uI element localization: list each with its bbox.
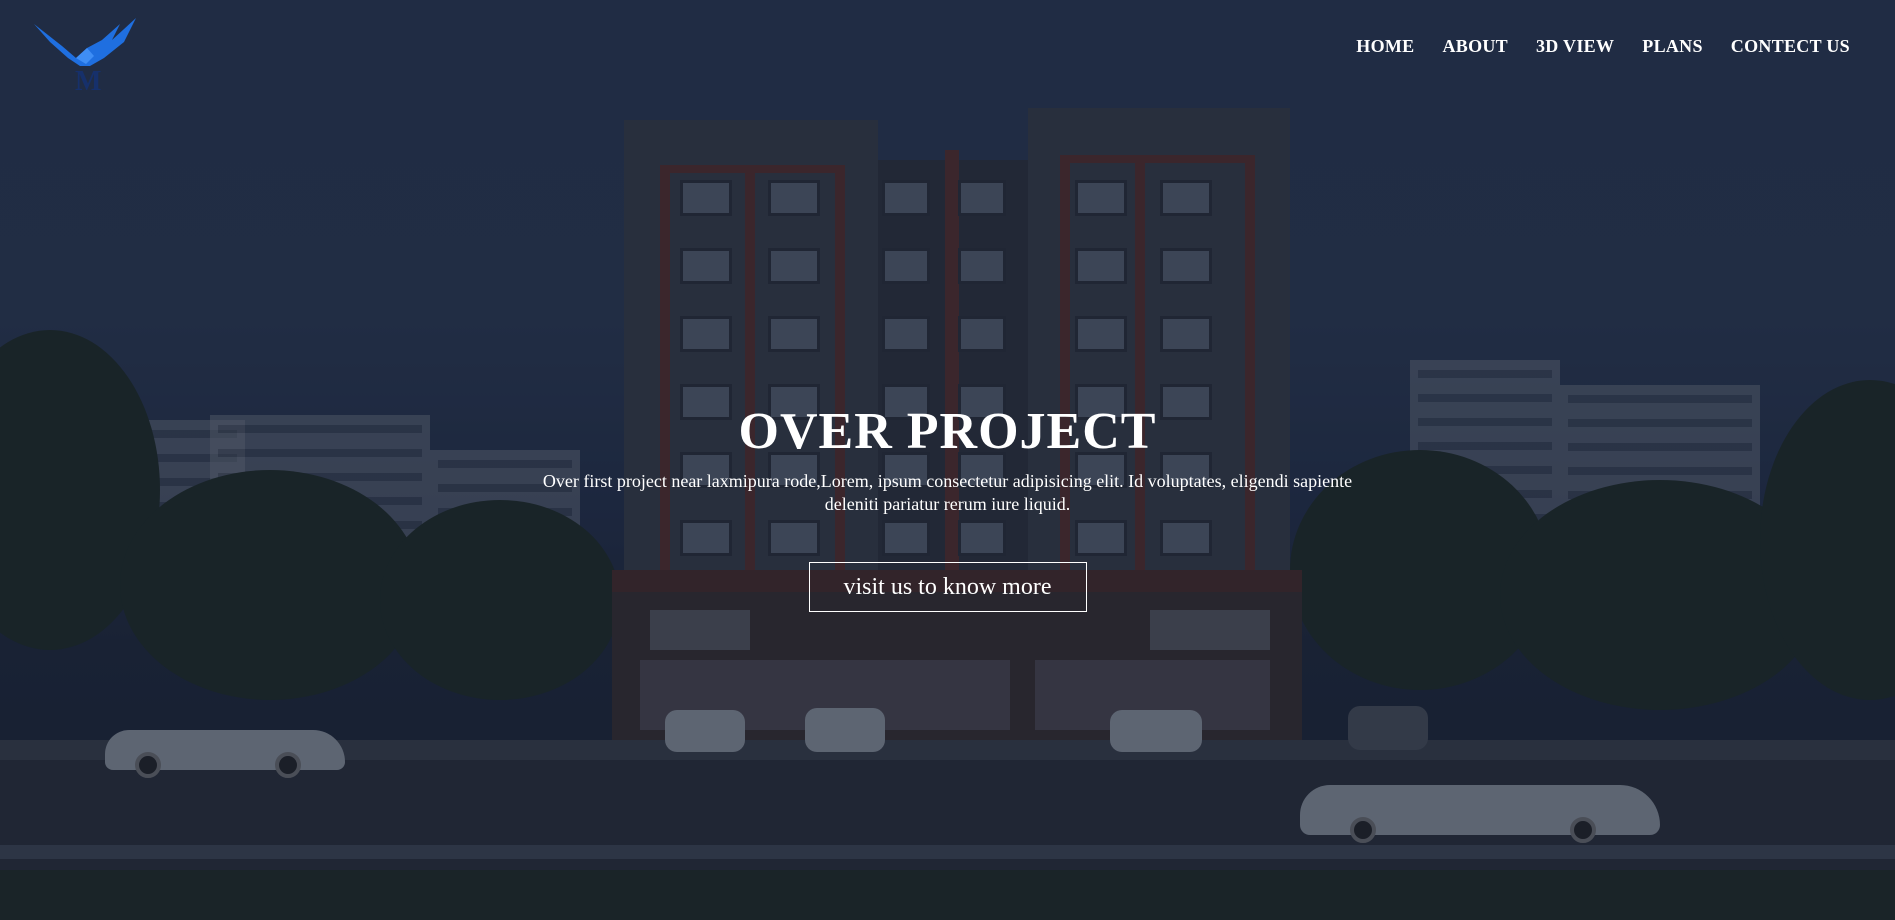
eagle-logo-icon: M [34, 18, 136, 97]
hero-description: Over first project near laxmipura rode,L… [542, 471, 1353, 514]
hero-content: OVER PROJECT Over first project near lax… [0, 400, 1895, 612]
nav-plans[interactable]: PLANS [1642, 36, 1703, 57]
nav-home[interactable]: HOME [1356, 36, 1414, 57]
nav-about[interactable]: ABOUT [1442, 36, 1508, 57]
logo-letter: M [75, 66, 101, 92]
hero-title: OVER PROJECT [738, 403, 1157, 460]
nav-contact[interactable]: CONTECT US [1731, 36, 1850, 57]
brand-logo[interactable]: M [32, 18, 142, 97]
main-nav: HOME ABOUT 3D VIEW PLANS CONTECT US [1356, 36, 1850, 57]
visit-cta-button[interactable]: visit us to know more [808, 562, 1087, 612]
nav-3d-view[interactable]: 3D VIEW [1536, 36, 1614, 57]
